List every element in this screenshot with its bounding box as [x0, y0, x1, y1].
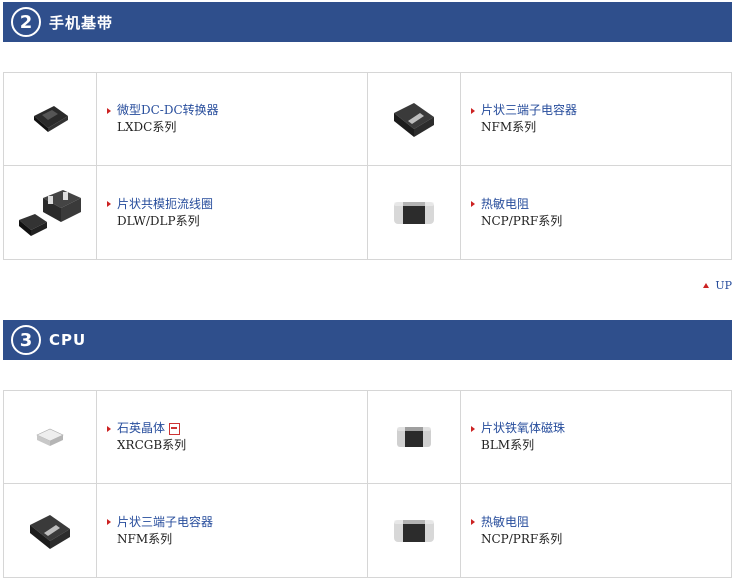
up-label: UP: [715, 279, 732, 292]
product-cell: 石英晶体 XRCGB系列: [4, 391, 367, 483]
product-link[interactable]: 片状共模扼流线圈: [107, 196, 213, 213]
section-number-badge: 3: [11, 325, 41, 355]
product-link[interactable]: 热敏电阻: [471, 196, 562, 213]
pdf-icon[interactable]: [169, 422, 181, 435]
product-cell: 热敏电阻 NCP/PRF系列: [367, 484, 731, 577]
product-link[interactable]: 微型DC-DC转换器: [107, 102, 219, 119]
product-name: 石英晶体: [117, 421, 166, 435]
product-link[interactable]: 片状三端子电容器: [107, 514, 213, 531]
product-series: LXDC系列: [117, 120, 177, 134]
thermistor-icon[interactable]: [368, 484, 461, 577]
section-header-baseband: 2 手机基带: [3, 2, 732, 42]
product-series: NCP/PRF系列: [481, 531, 563, 546]
product-grid-cpu: 石英晶体 XRCGB系列 片状铁氧体磁珠 BLM系列 片状三端子电容器 NFM系…: [3, 390, 732, 578]
product-cell: 微型DC-DC转换器 LXDC系列: [4, 73, 367, 165]
product-series: NFM系列: [117, 531, 173, 546]
product-row: 片状共模扼流线圈 DLW/DLP系列 热敏电阻 NCP/PRF系列: [4, 166, 731, 259]
product-cell: 片状铁氧体磁珠 BLM系列: [367, 391, 731, 483]
product-row: 片状三端子电容器 NFM系列 热敏电阻 NCP/PRF系列: [4, 484, 731, 577]
product-series: DLW/DLP系列: [117, 213, 200, 228]
product-series: BLM系列: [481, 438, 535, 452]
product-link[interactable]: 热敏电阻: [471, 514, 562, 531]
product-link[interactable]: 石英晶体: [107, 420, 186, 437]
product-cell: 片状共模扼流线圈 DLW/DLP系列: [4, 166, 367, 259]
product-cell: 片状三端子电容器 NFM系列: [367, 73, 731, 165]
chip-capacitor-icon[interactable]: [4, 484, 97, 577]
ferrite-bead-icon[interactable]: [368, 391, 461, 483]
product-cell: 片状三端子电容器 NFM系列: [4, 484, 367, 577]
section-header-cpu: 3 CPU: [3, 320, 732, 360]
up-arrow-icon: [703, 283, 710, 288]
section-number-badge: 2: [11, 7, 41, 37]
crystal-icon[interactable]: [4, 391, 97, 483]
common-mode-choke-icon[interactable]: [4, 166, 97, 259]
product-row: 石英晶体 XRCGB系列 片状铁氧体磁珠 BLM系列: [4, 391, 731, 484]
product-link[interactable]: 片状铁氧体磁珠: [471, 420, 565, 437]
product-grid-baseband: 微型DC-DC转换器 LXDC系列 片状三端子电容器 NFM系列 片状共模扼流线…: [3, 72, 732, 260]
product-series: NFM系列: [481, 120, 537, 134]
thermistor-icon[interactable]: [368, 166, 461, 259]
product-cell: 热敏电阻 NCP/PRF系列: [367, 166, 731, 259]
product-series: NCP/PRF系列: [481, 213, 563, 228]
product-row: 微型DC-DC转换器 LXDC系列 片状三端子电容器 NFM系列: [4, 73, 731, 166]
chip-capacitor-icon[interactable]: [368, 73, 461, 165]
product-link[interactable]: 片状三端子电容器: [471, 102, 577, 119]
product-series: XRCGB系列: [117, 438, 187, 452]
dcdc-module-icon[interactable]: [4, 73, 97, 165]
back-to-top-link[interactable]: UP: [703, 279, 732, 292]
section-title: 手机基带: [49, 13, 114, 32]
section-title: CPU: [49, 331, 87, 349]
